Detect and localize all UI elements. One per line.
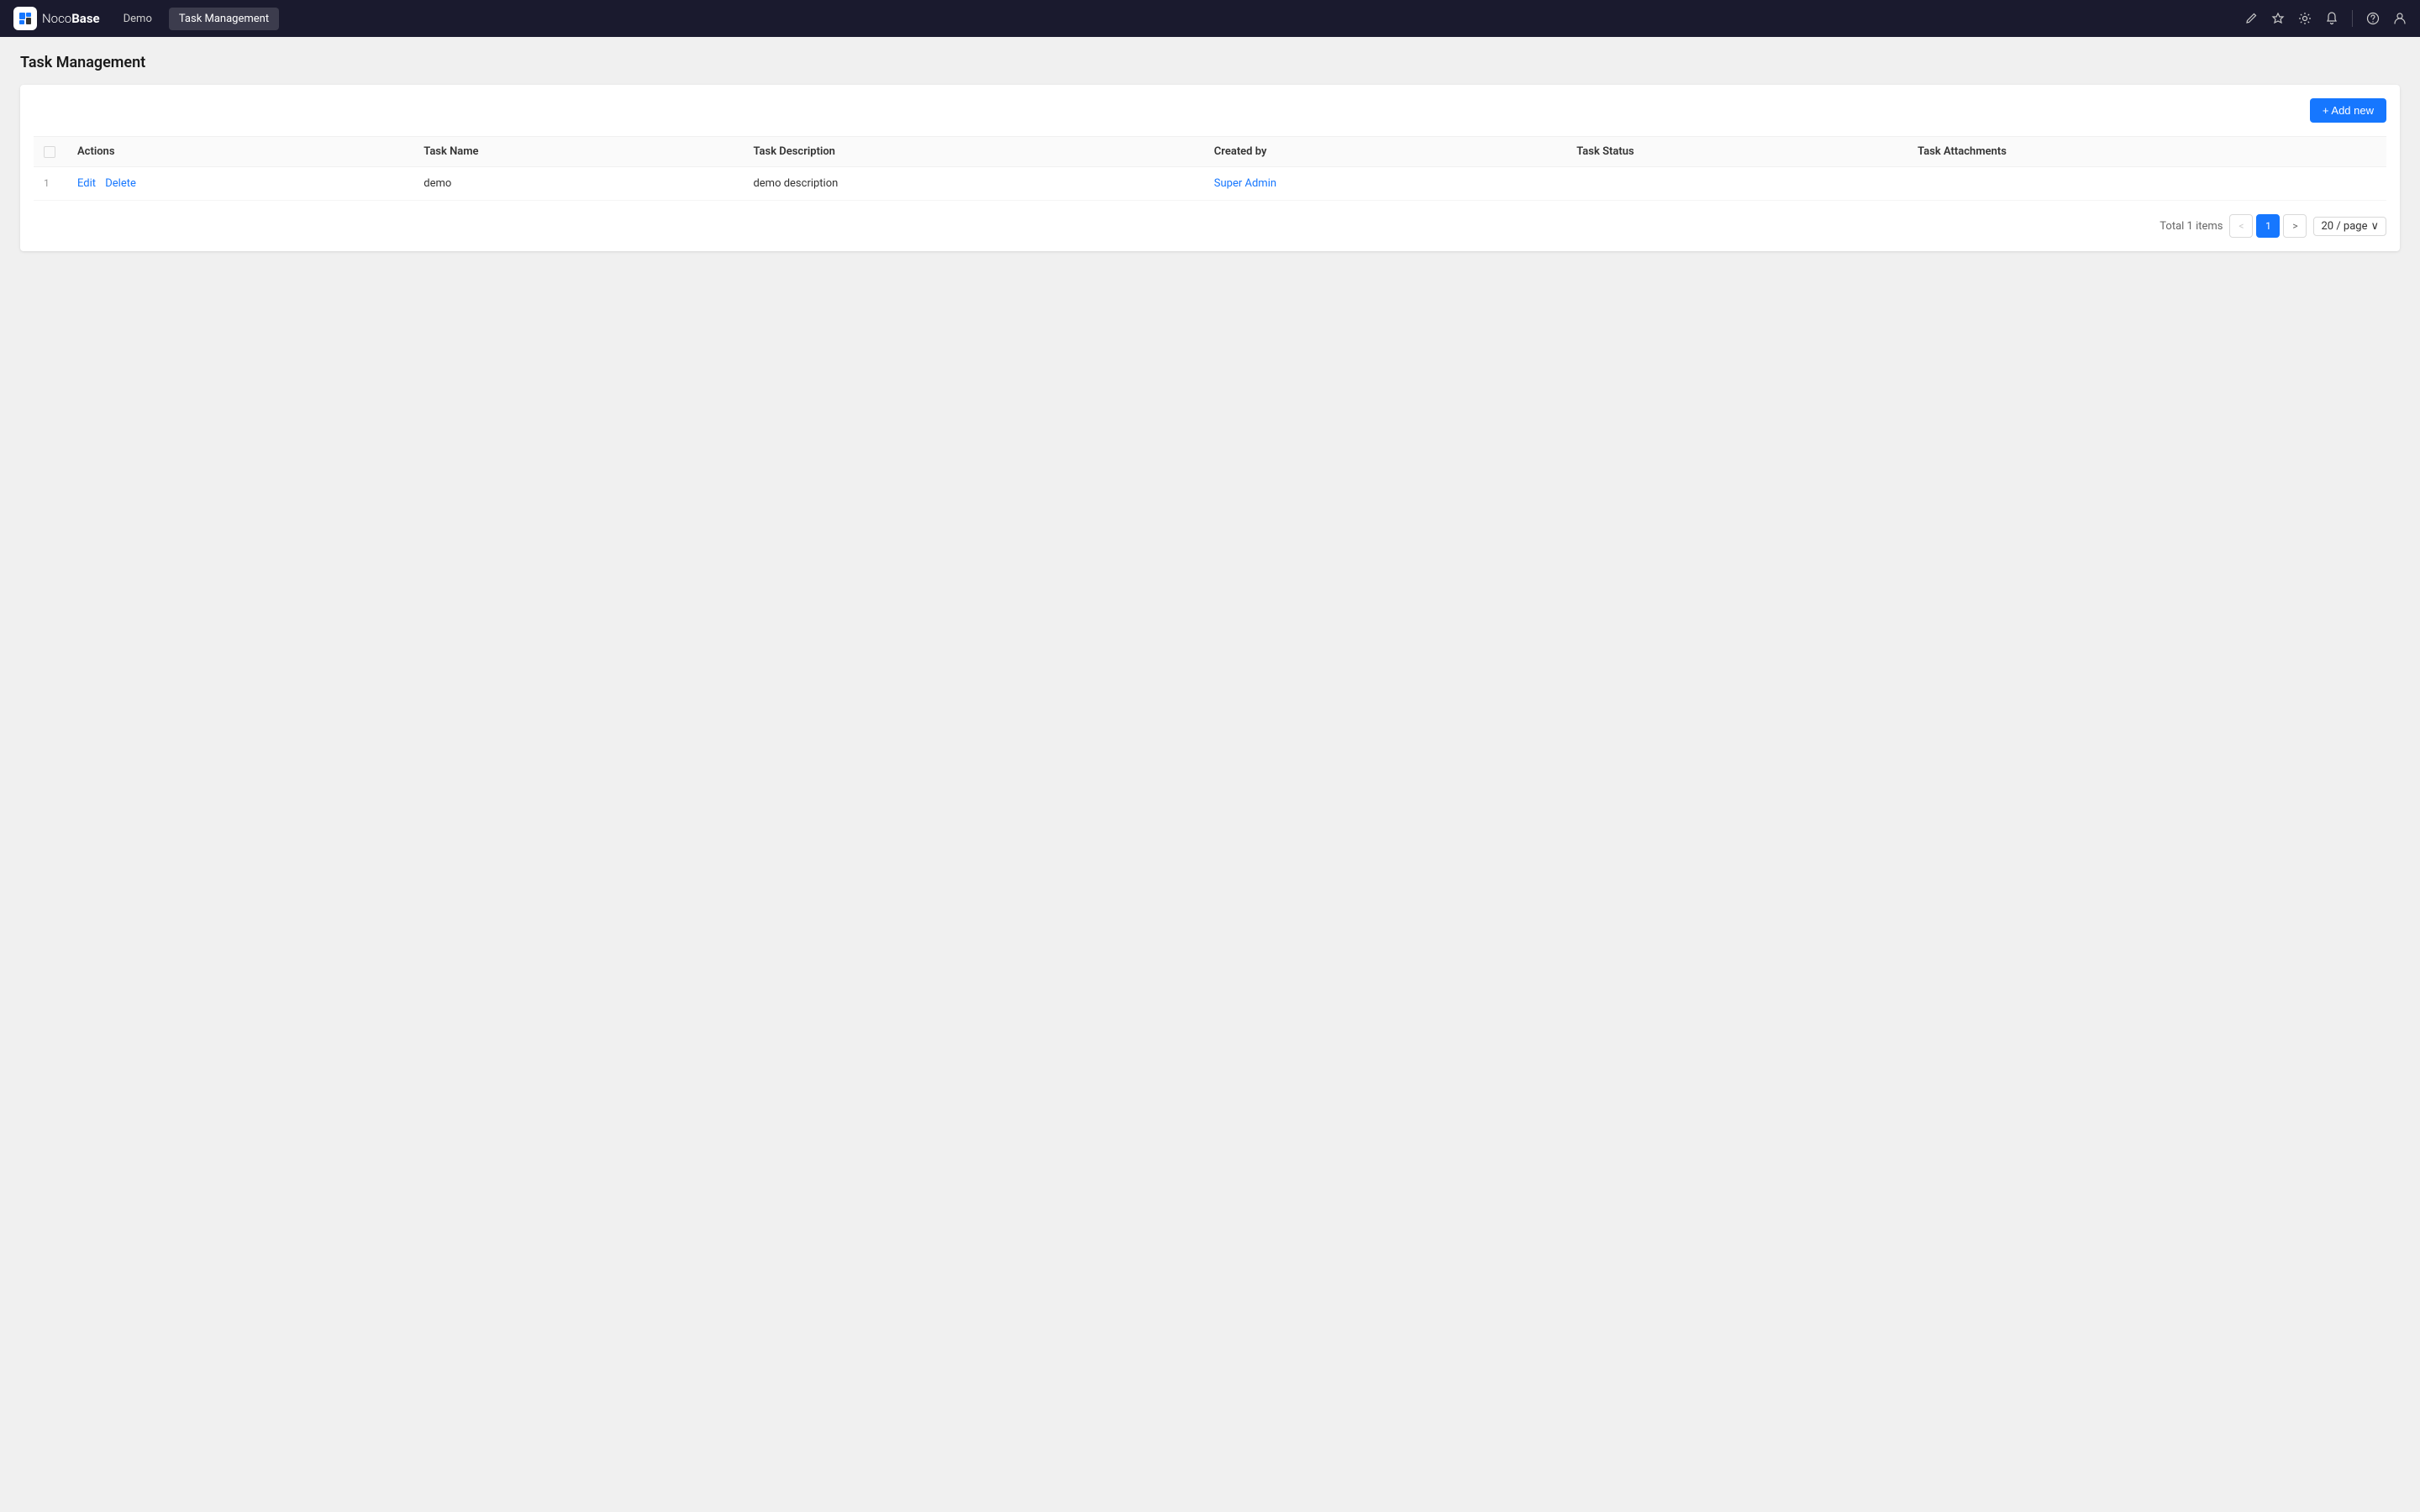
pencil-icon[interactable] <box>2244 12 2258 25</box>
logo-icon <box>13 7 37 30</box>
help-icon[interactable] <box>2366 12 2380 25</box>
select-all-checkbox[interactable] <box>44 146 55 158</box>
pagination: Total 1 items < 1 > 20 / page ∨ <box>34 214 2386 238</box>
nav-demo[interactable]: Demo <box>113 8 162 30</box>
page-size-label: 20 / page <box>2321 220 2367 233</box>
table-toolbar: + Add new <box>34 98 2386 123</box>
nav-task-management[interactable]: Task Management <box>169 8 279 30</box>
col-header-created-by: Created by <box>1204 137 1566 167</box>
row-checkbox-cell: 1 <box>34 167 67 201</box>
table-container: + Add new Actions Task Name Task Descrip… <box>20 85 2400 251</box>
user-icon[interactable] <box>2393 12 2407 25</box>
col-header-task-status: Task Status <box>1566 137 1907 167</box>
pagination-controls: < 1 > <box>2229 214 2307 238</box>
table-header-row: Actions Task Name Task Description Creat… <box>34 137 2386 167</box>
row-actions-cell: Edit Delete <box>67 167 413 201</box>
add-new-button[interactable]: + Add new <box>2310 98 2386 123</box>
chevron-down-icon: ∨ <box>2370 220 2379 233</box>
edit-link[interactable]: Edit <box>77 177 96 190</box>
checkbox-header <box>34 137 67 167</box>
col-header-task-name: Task Name <box>413 137 743 167</box>
created-by-link[interactable]: Super Admin <box>1214 177 1276 190</box>
col-header-actions: Actions <box>67 137 413 167</box>
delete-link[interactable]: Delete <box>105 177 136 190</box>
table-row: 1 Edit Delete demo demo description Supe… <box>34 167 2386 201</box>
logo-text: NocoBase <box>42 11 100 26</box>
table-header: Actions Task Name Task Description Creat… <box>34 137 2386 167</box>
task-name-cell: demo <box>413 167 743 201</box>
task-attachments-cell <box>1907 167 2386 201</box>
logo[interactable]: NocoBase <box>13 7 100 30</box>
pagination-prev-button[interactable]: < <box>2229 214 2253 238</box>
navbar: NocoBase Demo Task Management <box>0 0 2420 37</box>
page-size-selector[interactable]: 20 / page ∨ <box>2313 217 2386 236</box>
pagination-next-button[interactable]: > <box>2283 214 2307 238</box>
page-content: Task Management + Add new Actions Task N… <box>0 37 2420 268</box>
row-number: 1 <box>44 177 50 189</box>
col-header-task-description: Task Description <box>743 137 1203 167</box>
col-header-task-attachments: Task Attachments <box>1907 137 2386 167</box>
table-body: 1 Edit Delete demo demo description Supe… <box>34 167 2386 201</box>
navbar-right <box>2244 10 2407 27</box>
task-description-cell: demo description <box>743 167 1203 201</box>
created-by-cell: Super Admin <box>1204 167 1566 201</box>
pagination-total: Total 1 items <box>2160 220 2223 233</box>
task-status-cell <box>1566 167 1907 201</box>
bell-icon[interactable] <box>2325 12 2338 25</box>
navbar-divider <box>2352 10 2353 27</box>
settings-icon[interactable] <box>2298 12 2312 25</box>
pin-icon[interactable] <box>2271 12 2285 25</box>
pagination-page-1-button[interactable]: 1 <box>2256 214 2280 238</box>
data-table: Actions Task Name Task Description Creat… <box>34 136 2386 201</box>
navbar-left: NocoBase Demo Task Management <box>13 7 279 30</box>
page-title: Task Management <box>20 54 2400 71</box>
